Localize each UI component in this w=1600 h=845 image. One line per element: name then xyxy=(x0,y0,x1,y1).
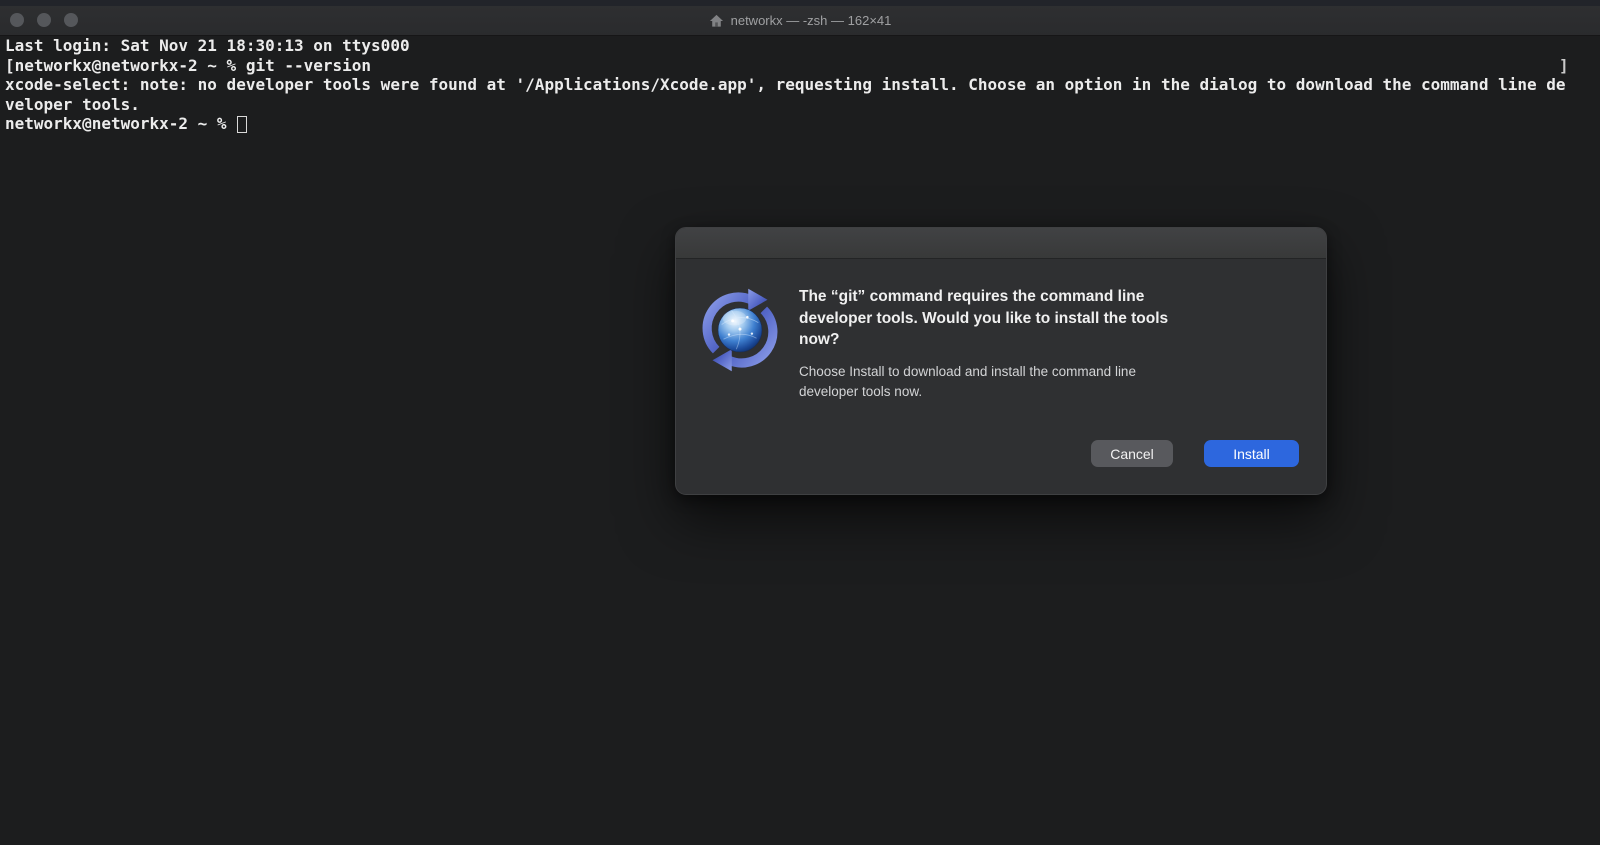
terminal-line: [networkx@networkx-2 ~ % git --version xyxy=(5,56,1600,76)
terminal-line: xcode-select: note: no developer tools w… xyxy=(5,75,1600,95)
terminal-prompt-line: networkx@networkx-2 ~ % xyxy=(5,114,1600,134)
dialog-buttons: Cancel Install xyxy=(1091,440,1299,467)
dialog-texts: The “git” command requires the command l… xyxy=(799,286,1281,401)
dialog-body-line: Choose Install to download and install t… xyxy=(799,362,1281,382)
dialog-heading-line: The “git” command requires the command l… xyxy=(799,286,1281,308)
terminal-prompt: networkx@networkx-2 ~ % xyxy=(5,114,236,134)
window-title: networkx — -zsh — 162×41 xyxy=(731,13,892,28)
dialog-heading-line: developer tools. Would you like to insta… xyxy=(799,308,1281,330)
terminal-line: veloper tools. xyxy=(5,95,1600,115)
terminal-window: { "window": { "title": "networkx — -zsh … xyxy=(0,0,1600,845)
developer-tools-dialog: The “git” command requires the command l… xyxy=(675,227,1327,495)
terminal-titlebar[interactable]: networkx — -zsh — 162×41 xyxy=(0,6,1600,36)
cancel-button[interactable]: Cancel xyxy=(1091,440,1173,467)
dialog-body-line: developer tools now. xyxy=(799,382,1281,402)
terminal-cursor xyxy=(237,116,247,133)
dialog-heading-line: now? xyxy=(799,329,1281,351)
software-update-icon xyxy=(696,286,784,374)
window-title-area: networkx — -zsh — 162×41 xyxy=(0,6,1600,35)
terminal-edge-mark: ] xyxy=(1559,56,1569,75)
dialog-body: Choose Install to download and install t… xyxy=(799,362,1281,401)
home-folder-icon xyxy=(709,14,724,28)
dialog-heading: The “git” command requires the command l… xyxy=(799,286,1281,351)
dialog-titlebar[interactable] xyxy=(676,228,1326,259)
terminal-line: Last login: Sat Nov 21 18:30:13 on ttys0… xyxy=(5,36,1600,56)
dialog-content: The “git” command requires the command l… xyxy=(676,259,1326,401)
install-button[interactable]: Install xyxy=(1204,440,1299,467)
